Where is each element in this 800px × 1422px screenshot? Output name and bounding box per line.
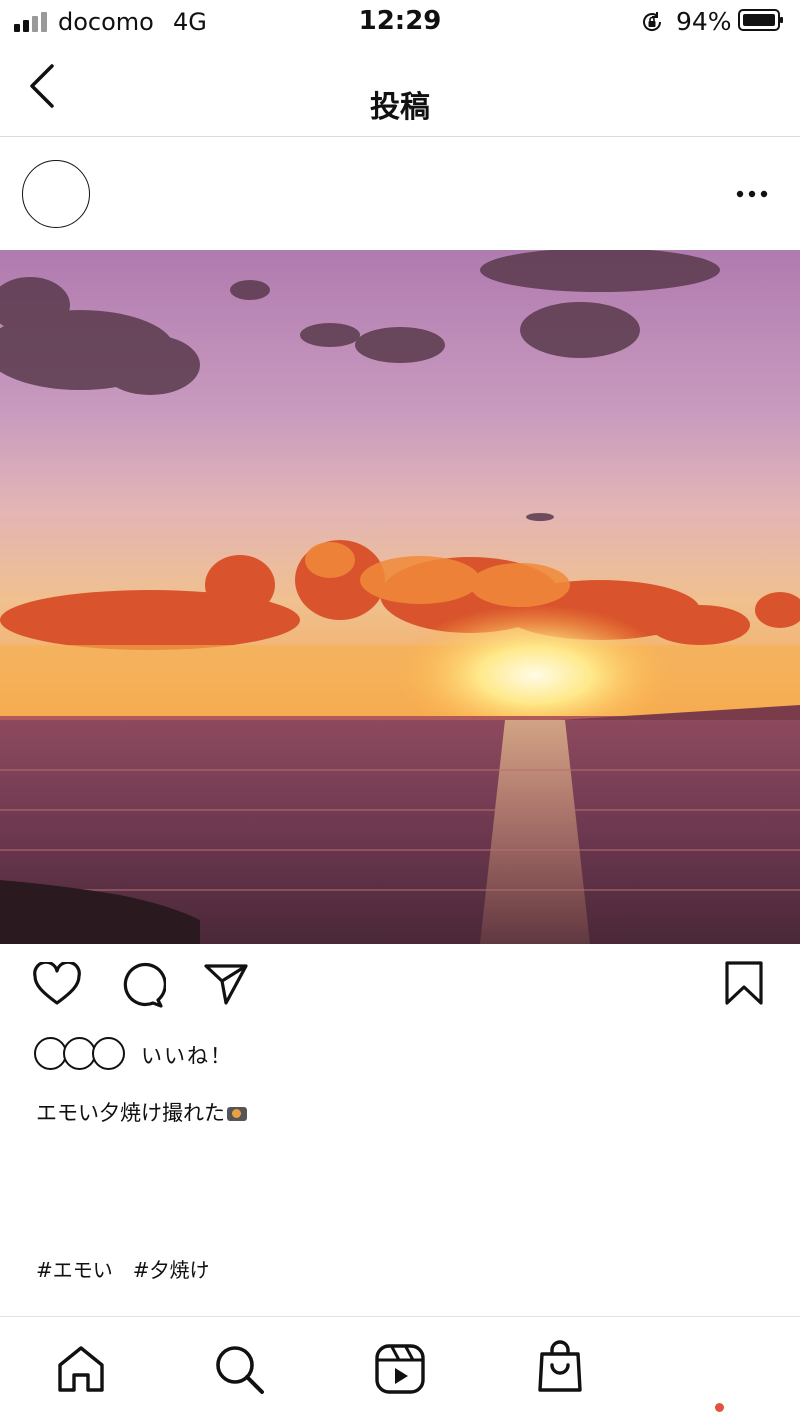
send-icon[interactable]: [202, 962, 250, 1006]
battery-percent: 94%: [676, 7, 732, 36]
rotation-lock-icon: [643, 12, 662, 31]
notification-dot: [715, 1403, 724, 1412]
bookmark-icon[interactable]: [722, 960, 766, 1006]
search-icon[interactable]: [214, 1344, 266, 1396]
caption: エモい夕焼け撮れた: [36, 1097, 247, 1127]
hashtag-yuyake[interactable]: #夕焼け: [133, 1258, 210, 1282]
more-horizontal-icon[interactable]: [730, 180, 774, 208]
battery-icon: [738, 9, 783, 31]
comment-icon[interactable]: [118, 962, 166, 1010]
hashtags: #エモい #夕焼け: [36, 1254, 230, 1283]
status-bar: docomo 4G 12:29 94%: [0, 0, 800, 44]
caption-text: エモい夕焼け撮れた: [36, 1101, 225, 1125]
profile-icon[interactable]: [700, 1355, 740, 1395]
likes-label[interactable]: いいね！: [141, 1040, 233, 1070]
post-image[interactable]: [0, 250, 800, 944]
page-title: 投稿: [370, 90, 430, 125]
hashtag-emoi[interactable]: #エモい: [36, 1258, 113, 1282]
shop-icon[interactable]: [536, 1340, 584, 1394]
reels-icon[interactable]: [374, 1343, 426, 1395]
header-divider: [0, 136, 800, 137]
avatar[interactable]: [22, 160, 90, 228]
liker-avatars[interactable]: [34, 1037, 128, 1073]
home-icon[interactable]: [56, 1345, 106, 1393]
tab-bar-divider: [0, 1316, 800, 1317]
camera-flash-icon: [227, 1107, 247, 1121]
heart-icon[interactable]: [32, 962, 82, 1006]
